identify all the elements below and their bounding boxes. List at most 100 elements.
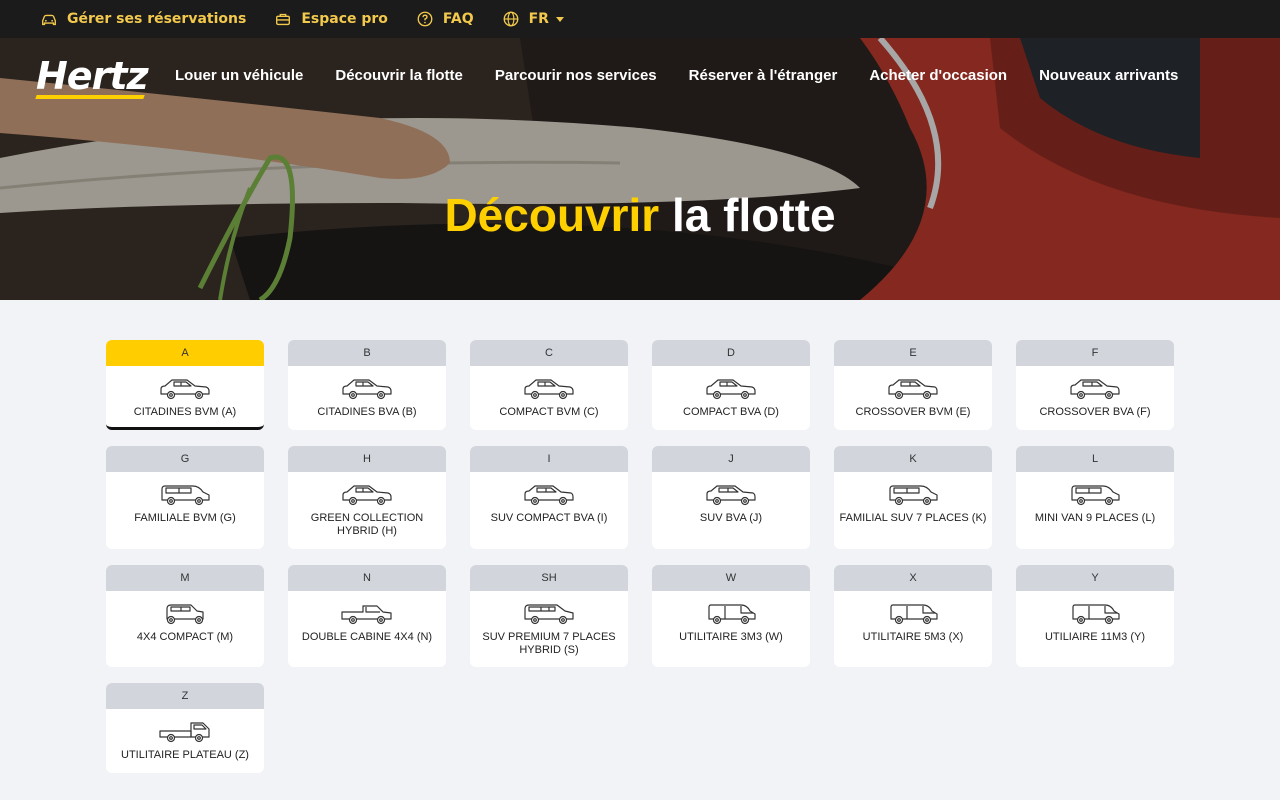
fleet-card-d[interactable]: D COMPACT BVA (D) bbox=[652, 340, 810, 430]
fleet-card-label: CITADINES BVM (A) bbox=[133, 406, 237, 418]
nav-discover-fleet[interactable]: Découvrir la flotte bbox=[335, 67, 463, 84]
fleet-card-label: CITADINES BVA (B) bbox=[317, 406, 417, 418]
fleet-card-code: X bbox=[834, 565, 992, 591]
page-title: Découvrir la flotte bbox=[0, 188, 1280, 242]
large-van-icon bbox=[1016, 599, 1174, 629]
fleet-card-g[interactable]: G FAMILIALE BVM (G) bbox=[106, 446, 264, 549]
main-navigation: Hertz Louer un véhicule Découvrir la flo… bbox=[0, 38, 1280, 116]
premium-suv-icon bbox=[470, 599, 628, 629]
fleet-card-code: I bbox=[470, 446, 628, 472]
fleet-card-label: COMPACT BVM (C) bbox=[499, 406, 599, 418]
fleet-card-y[interactable]: Y UTILIAIRE 11M3 (Y) bbox=[1016, 565, 1174, 667]
4x4-icon bbox=[106, 599, 264, 629]
fleet-card-label: SUV COMPACT BVA (I) bbox=[490, 512, 608, 524]
logo-text: Hertz bbox=[36, 54, 149, 98]
suv-icon bbox=[652, 480, 810, 510]
fleet-card-label: SUV PREMIUM 7 PLACES HYBRID (S) bbox=[482, 631, 616, 656]
fleet-card-label: FAMILIALE BVM (G) bbox=[134, 512, 236, 524]
fleet-card-code: Y bbox=[1016, 565, 1174, 591]
language-selector[interactable]: FR bbox=[502, 10, 564, 28]
fleet-card-j[interactable]: J SUV BVA (J) bbox=[652, 446, 810, 549]
fleet-card-label: FAMILIAL SUV 7 PLACES (K) bbox=[839, 512, 987, 524]
hybrid-car-icon bbox=[288, 480, 446, 510]
flatbed-truck-icon bbox=[106, 717, 264, 747]
fleet-card-code: B bbox=[288, 340, 446, 366]
minivan-icon bbox=[1016, 480, 1174, 510]
fleet-card-f[interactable]: F CROSSOVER BVA (F) bbox=[1016, 340, 1174, 430]
nav-book-abroad[interactable]: Réserver à l'étranger bbox=[689, 67, 838, 84]
fleet-card-x[interactable]: X UTILITAIRE 5M3 (X) bbox=[834, 565, 992, 667]
fleet-card-b[interactable]: B CITADINES BVA (B) bbox=[288, 340, 446, 430]
faq-link[interactable]: FAQ bbox=[416, 10, 474, 28]
fleet-card-label: 4X4 COMPACT (M) bbox=[136, 631, 234, 643]
fleet-card-c[interactable]: C COMPACT BVM (C) bbox=[470, 340, 628, 430]
fleet-card-e[interactable]: E CROSSOVER BVM (E) bbox=[834, 340, 992, 430]
fleet-card-code: K bbox=[834, 446, 992, 472]
fleet-card-label: SUV BVA (J) bbox=[699, 512, 763, 524]
fleet-card-code: M bbox=[106, 565, 264, 591]
fleet-card-i[interactable]: I SUV COMPACT BVA (I) bbox=[470, 446, 628, 549]
chevron-down-icon bbox=[555, 17, 564, 22]
fleet-card-z[interactable]: Z UTILITAIRE PLATEAU (Z) bbox=[106, 683, 264, 773]
small-van-icon bbox=[652, 599, 810, 629]
small-car-icon bbox=[288, 374, 446, 404]
fleet-card-label: MINI VAN 9 PLACES (L) bbox=[1034, 512, 1156, 524]
hatchback-icon bbox=[652, 374, 810, 404]
fleet-card-label: UTILITAIRE 5M3 (X) bbox=[862, 631, 964, 643]
fleet-card-code: F bbox=[1016, 340, 1174, 366]
fleet-card-label: UTILIAIRE 11M3 (Y) bbox=[1044, 631, 1146, 643]
fleet-card-code: Z bbox=[106, 683, 264, 709]
logo-underline bbox=[35, 95, 145, 99]
nav-new-arrivals[interactable]: Nouveaux arrivants bbox=[1039, 67, 1178, 84]
crossover-icon bbox=[1016, 374, 1174, 404]
pickup-icon bbox=[288, 599, 446, 629]
car-icon bbox=[42, 14, 56, 26]
fleet-card-code: D bbox=[652, 340, 810, 366]
fleet-card-code: W bbox=[652, 565, 810, 591]
language-label: FR bbox=[528, 11, 549, 27]
fleet-card-m[interactable]: M 4X4 COMPACT (M) bbox=[106, 565, 264, 667]
fleet-card-l[interactable]: L MINI VAN 9 PLACES (L) bbox=[1016, 446, 1174, 549]
fleet-card-a[interactable]: A CITADINES BVM (A) bbox=[106, 340, 264, 430]
fleet-card-label: UTILITAIRE PLATEAU (Z) bbox=[121, 749, 249, 761]
fleet-card-label: CROSSOVER BVA (F) bbox=[1039, 406, 1151, 418]
fleet-card-label: DOUBLE CABINE 4X4 (N) bbox=[301, 631, 433, 643]
fleet-card-code: A bbox=[106, 340, 264, 366]
fleet-card-code: E bbox=[834, 340, 992, 366]
nav-links: Louer un véhicule Découvrir la flotte Pa… bbox=[175, 67, 1210, 84]
help-circle-icon bbox=[417, 11, 433, 27]
crossover-icon bbox=[834, 374, 992, 404]
fleet-card-code: SH bbox=[470, 565, 628, 591]
fleet-card-n[interactable]: N DOUBLE CABINE 4X4 (N) bbox=[288, 565, 446, 667]
page-title-accent: Découvrir bbox=[444, 189, 660, 241]
fleet-card-label: COMPACT BVA (D) bbox=[683, 406, 779, 418]
faq-label: FAQ bbox=[442, 11, 474, 27]
fleet-card-code: G bbox=[106, 446, 264, 472]
manage-reservations-link[interactable]: Gérer ses réservations bbox=[40, 10, 246, 28]
fleet-card-k[interactable]: K FAMILIAL SUV 7 PLACES (K) bbox=[834, 446, 992, 549]
van-icon bbox=[834, 599, 992, 629]
fleet-card-code: J bbox=[652, 446, 810, 472]
fleet-card-code: L bbox=[1016, 446, 1174, 472]
fleet-card-code: C bbox=[470, 340, 628, 366]
minivan-icon bbox=[834, 480, 992, 510]
nav-services[interactable]: Parcourir nos services bbox=[495, 67, 657, 84]
hero-banner: Hertz Louer un véhicule Découvrir la flo… bbox=[0, 38, 1280, 300]
fleet-card-code: N bbox=[288, 565, 446, 591]
manage-reservations-label: Gérer ses réservations bbox=[67, 11, 247, 27]
small-car-icon bbox=[106, 374, 264, 404]
pro-space-link[interactable]: Espace pro bbox=[274, 10, 388, 28]
family-van-icon bbox=[106, 480, 264, 510]
utility-bar: Gérer ses réservations Espace pro FAQ FR bbox=[0, 0, 1280, 38]
fleet-card-sh[interactable]: SH SUV PREMIUM 7 PLACES HYBRID (S) bbox=[470, 565, 628, 667]
hatchback-icon bbox=[470, 374, 628, 404]
fleet-card-w[interactable]: W UTILITAIRE 3M3 (W) bbox=[652, 565, 810, 667]
fleet-card-label: UTILITAIRE 3M3 (W) bbox=[679, 631, 783, 643]
fleet-card-label: GREEN COLLECTION HYBRID (H) bbox=[310, 512, 424, 537]
nav-rent-vehicle[interactable]: Louer un véhicule bbox=[175, 67, 303, 84]
fleet-card-h[interactable]: H GREEN COLLECTION HYBRID (H) bbox=[288, 446, 446, 549]
globe-icon bbox=[503, 11, 519, 27]
nav-buy-used[interactable]: Acheter d'occasion bbox=[869, 67, 1007, 84]
hertz-logo[interactable]: Hertz bbox=[35, 54, 149, 101]
pro-space-label: Espace pro bbox=[301, 11, 388, 27]
